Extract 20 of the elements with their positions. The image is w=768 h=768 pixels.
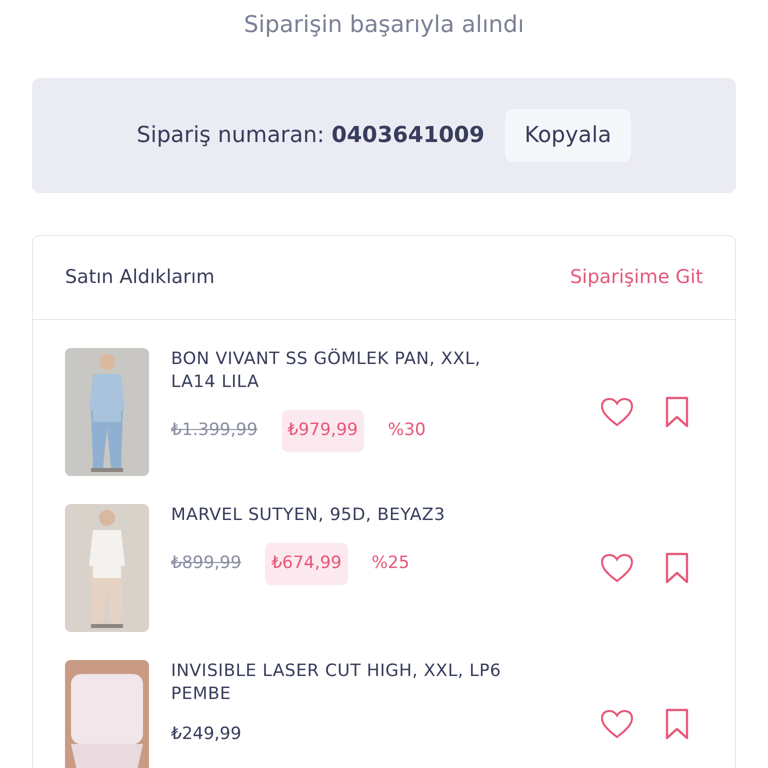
price: ₺979,99 xyxy=(282,410,364,452)
product-name: MARVEL SUTYEN, 95D, BEYAZ3 xyxy=(171,504,446,527)
discount-percent: %25 xyxy=(372,552,410,575)
price: ₺249,99 xyxy=(171,723,242,746)
bookmark-icon[interactable] xyxy=(664,708,690,740)
heart-icon[interactable] xyxy=(600,397,634,427)
copy-button[interactable]: Kopyala xyxy=(504,109,632,162)
bookmark-icon[interactable] xyxy=(664,396,690,428)
product-name: BON VIVANT SS GÖMLEK PAN, XXL, LA14 LILA xyxy=(171,348,482,394)
order-number-text: Sipariş numaran: 0403641009 xyxy=(136,122,485,150)
page-title: Siparişin başarıyla alındı xyxy=(242,11,526,40)
heart-icon[interactable] xyxy=(600,553,634,583)
product-name: INVISIBLE LASER CUT HIGH, XXL, LP6 PEMBE xyxy=(171,660,502,706)
section-title: Satın Aldıklarım xyxy=(65,265,215,290)
price: ₺674,99 xyxy=(265,543,348,584)
heart-icon[interactable] xyxy=(600,709,634,739)
bookmark-icon[interactable] xyxy=(664,552,690,584)
old-price: ₺1.399,99 xyxy=(171,419,258,442)
old-price: ₺899,99 xyxy=(171,552,242,575)
discount-percent: %30 xyxy=(388,419,426,442)
